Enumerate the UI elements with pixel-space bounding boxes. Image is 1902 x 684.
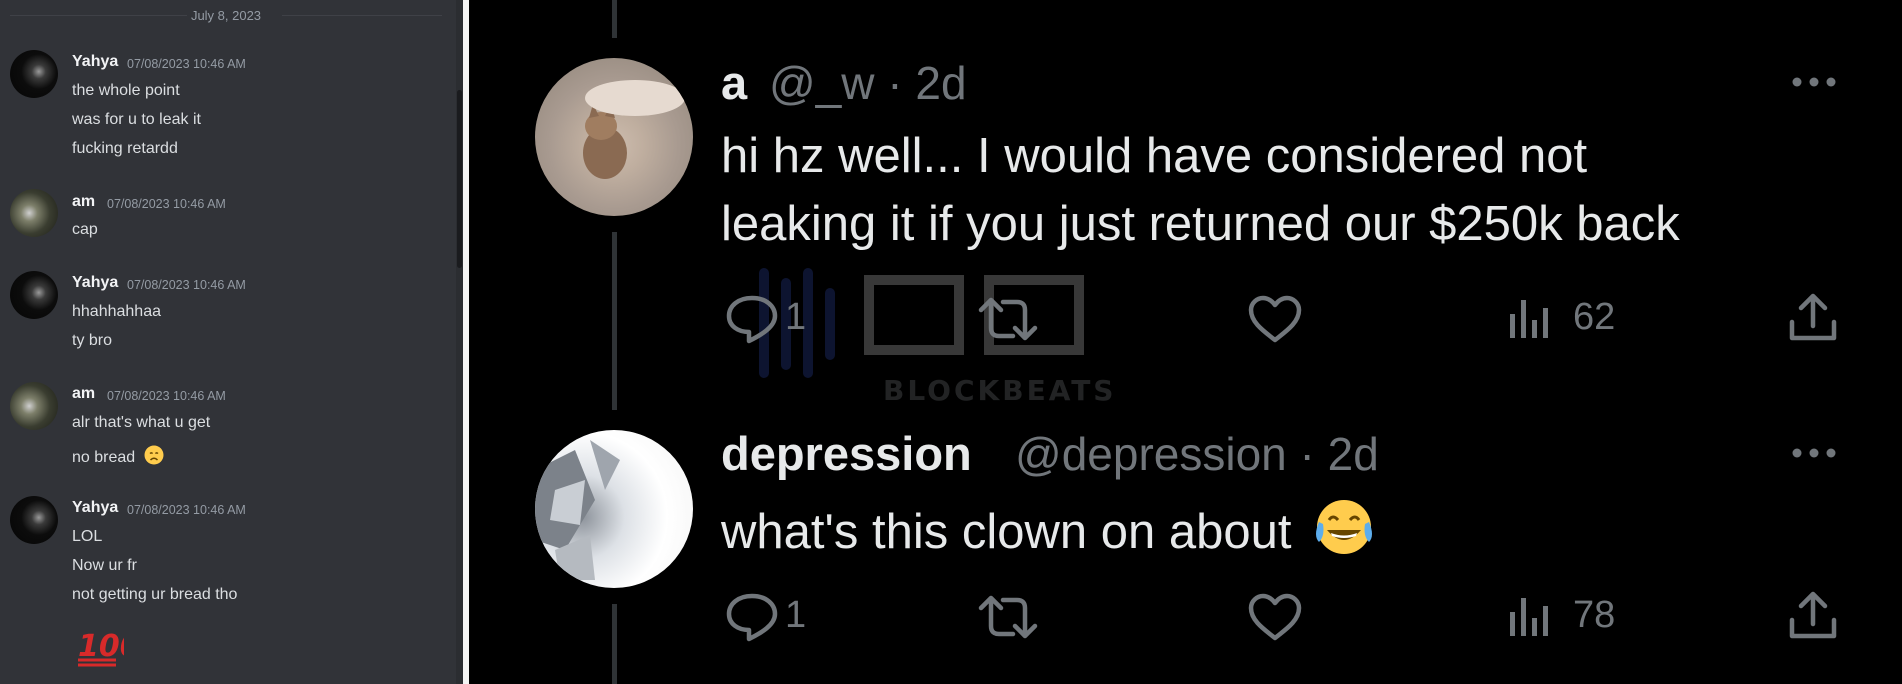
twitter-replies-panel: BLOCKBEATS a @_w · 2d hi hz well... I wo…	[469, 0, 1902, 684]
handle[interactable]: @_w · 2d	[769, 56, 967, 110]
like-icon[interactable]	[1247, 592, 1303, 642]
share-icon[interactable]	[1787, 292, 1839, 342]
foil-photo	[535, 440, 620, 580]
divider-line	[282, 15, 442, 16]
message-text: LOL	[72, 528, 103, 545]
thread-line	[612, 232, 617, 410]
display-name[interactable]: depression	[721, 426, 972, 481]
username[interactable]: am	[72, 193, 95, 211]
reply-count: 1	[785, 594, 807, 636]
message-timestamp: 07/08/2023 10:46 AM	[127, 57, 246, 71]
username[interactable]: Yahya	[72, 499, 118, 517]
tweet-text-content: what's this clown on about	[721, 505, 1292, 559]
date-divider: July 8, 2023	[10, 0, 442, 32]
message-timestamp: 07/08/2023 10:46 AM	[127, 503, 246, 517]
more-options-icon[interactable]	[1789, 74, 1839, 90]
tweet-age: · 2d	[887, 57, 967, 109]
thread-line	[612, 0, 617, 38]
views-count: 78	[1573, 594, 1616, 636]
discord-chat-panel: July 8, 2023 Yahya 07/08/2023 10:46 AM t…	[0, 0, 463, 684]
disappointed-face-icon	[144, 445, 164, 465]
message-text: Now ur fr	[72, 557, 137, 574]
message-text: the whole point	[72, 82, 180, 99]
username[interactable]: Yahya	[72, 274, 118, 292]
tweet-text: hi hz well... I would have considered no…	[721, 129, 1588, 183]
message-text: was for u to leak it	[72, 111, 201, 128]
avatar[interactable]	[10, 271, 58, 319]
views-icon[interactable]	[1507, 594, 1553, 638]
avatar[interactable]	[10, 50, 58, 98]
share-icon[interactable]	[1787, 590, 1839, 640]
reply-icon[interactable]	[725, 294, 779, 344]
watermark-text: BLOCKBEATS	[883, 374, 1116, 407]
hundred-points-icon: 100	[78, 629, 124, 667]
views-count: 62	[1573, 296, 1616, 338]
reply-icon[interactable]	[725, 592, 779, 642]
message-text: cap	[72, 221, 98, 238]
message-text: hhahhahhaa	[72, 303, 161, 320]
message-text: alr that's what u get	[72, 414, 211, 431]
username[interactable]: Yahya	[72, 53, 118, 71]
reply-count: 1	[785, 296, 807, 338]
tweet-age: · 2d	[1299, 428, 1379, 480]
avatar[interactable]	[535, 430, 693, 588]
like-icon[interactable]	[1247, 294, 1303, 344]
watermark-logo: BLOCKBEATS	[759, 268, 1116, 407]
avatar[interactable]	[10, 382, 58, 430]
tweet-text: what's this clown on about	[721, 496, 1377, 560]
more-options-icon[interactable]	[1789, 445, 1839, 461]
thread-line	[612, 604, 617, 684]
message-timestamp: 07/08/2023 10:46 AM	[127, 278, 246, 292]
retweet-icon[interactable]	[977, 296, 1039, 342]
tweet-text: leaking it if you just returned our $250…	[721, 197, 1680, 251]
display-name[interactable]: a	[721, 55, 747, 110]
username[interactable]: am	[72, 385, 95, 403]
message-timestamp: 07/08/2023 10:46 AM	[107, 197, 226, 211]
handle-text: @_w	[769, 57, 875, 109]
views-icon[interactable]	[1507, 296, 1553, 340]
tears-of-joy-icon	[1316, 500, 1373, 554]
scrollbar-thumb[interactable]	[457, 90, 462, 268]
message-text: not getting ur bread tho	[72, 586, 238, 603]
message-timestamp: 07/08/2023 10:46 AM	[107, 389, 226, 403]
message-text: ty bro	[72, 332, 113, 349]
cat-photo	[583, 80, 685, 179]
message-text-content: no bread	[72, 449, 136, 466]
handle[interactable]: @depression · 2d	[1015, 427, 1379, 481]
avatar[interactable]	[10, 496, 58, 544]
message-text: no bread	[72, 445, 164, 467]
avatar[interactable]	[535, 58, 693, 216]
handle-text: @depression	[1015, 428, 1287, 480]
avatar[interactable]	[10, 189, 58, 237]
message-text: fucking retardd	[72, 140, 178, 157]
retweet-icon[interactable]	[977, 594, 1039, 640]
